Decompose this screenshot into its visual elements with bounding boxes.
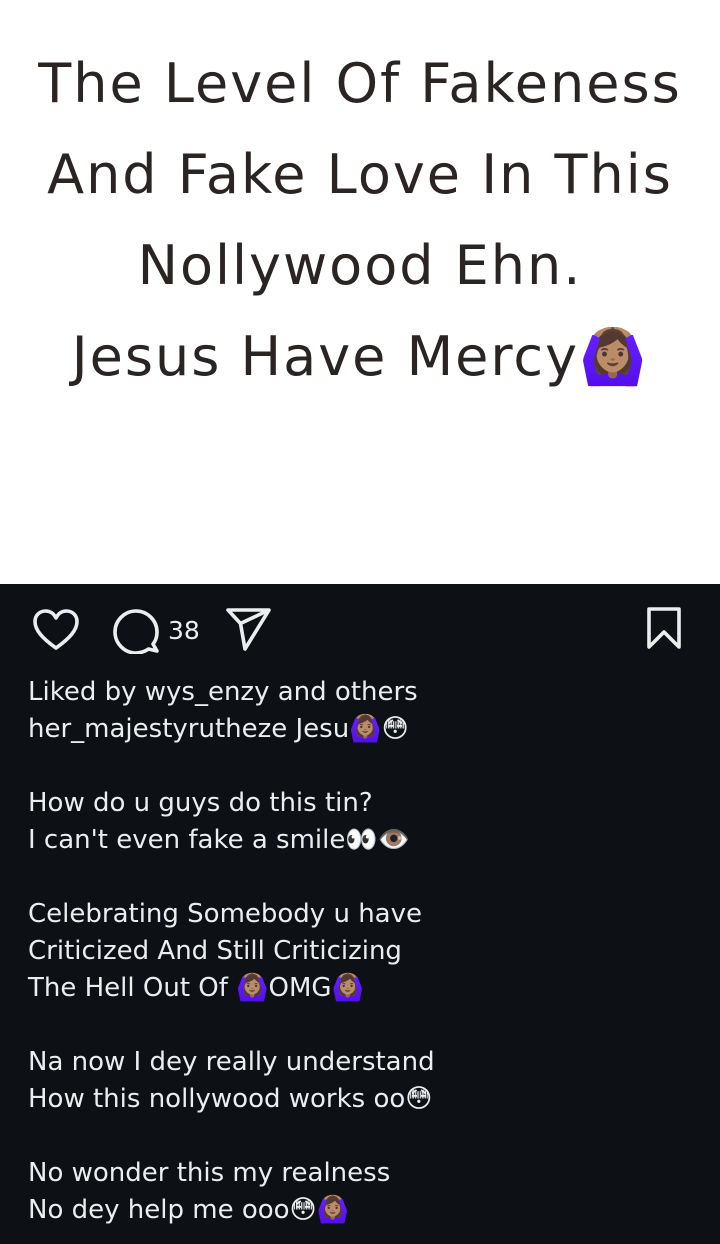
paper-plane-icon[interactable] (224, 606, 272, 652)
caption-line: How this nollywood works oo😳 (28, 1084, 433, 1114)
caption-line: No dey help me ooo😳🙆🏽‍♀️ (28, 1195, 350, 1225)
caption-line: Na now I dey really understand (28, 1047, 435, 1077)
post-text: The Level Of Fakeness And Fake Love In T… (0, 38, 720, 402)
action-bar: 38 (0, 584, 720, 676)
post-text-line: Nollywood Ehn. (137, 234, 583, 297)
speech-bubble-icon[interactable] (112, 608, 160, 654)
caption-line: Celebrating Somebody u have (28, 899, 422, 929)
liked-by-text[interactable]: Liked by wys_enzy and others (28, 674, 698, 711)
caption-gap (28, 1007, 698, 1044)
caption-line: I can't even fake a smile👀👁️ (28, 825, 411, 855)
heart-icon[interactable] (32, 608, 80, 652)
post-text-line: Jesus Have Mercy🙆🏽‍♀️ (71, 325, 649, 388)
comment-count: 38 (168, 616, 200, 645)
caption-line: No wonder this my realness (28, 1158, 391, 1188)
caption-gap (28, 859, 698, 896)
caption: Liked by wys_enzy and others her_majesty… (28, 674, 698, 1229)
post-image[interactable]: The Level Of Fakeness And Fake Love In T… (0, 0, 720, 584)
caption-gap (28, 1118, 698, 1155)
caption-gap (28, 748, 698, 785)
post-text-line: The Level Of Fakeness (38, 52, 682, 115)
caption-author-line[interactable]: her_majestyrutheze Jesu🙆🏽‍♀️😳 (28, 711, 698, 748)
caption-line: Criticized And Still Criticizing (28, 936, 402, 966)
caption-line: The Hell Out Of 🙆🏽‍♀️OMG🙆🏽‍♀️ (28, 973, 364, 1003)
post-text-line: And Fake Love In This (47, 143, 673, 206)
caption-line: How do u guys do this tin? (28, 788, 373, 818)
bookmark-outline-icon[interactable] (644, 606, 684, 650)
post-details-panel: 38 Liked by wys_enzy and others her_maje… (0, 584, 720, 1244)
